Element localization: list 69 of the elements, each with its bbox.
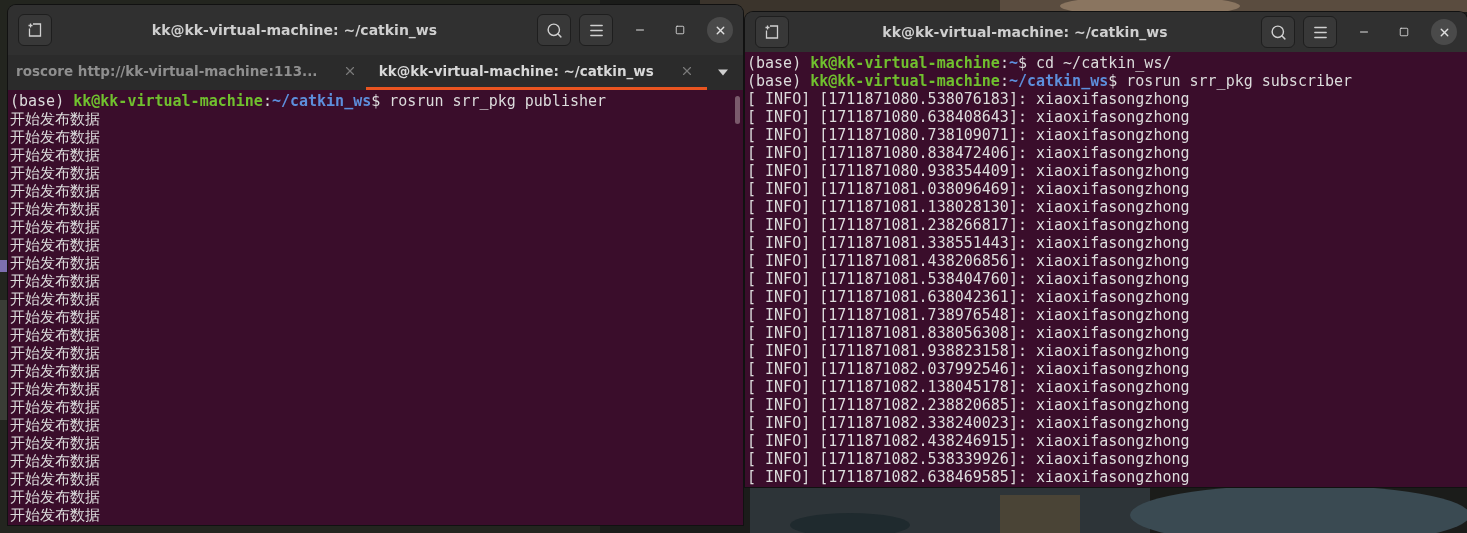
output-line: 开始发布数据	[10, 380, 100, 398]
tab-label: kk@kk-virtual-machine: ~/catkin_ws	[378, 63, 654, 79]
output-line: 开始发布数据	[10, 218, 100, 236]
maximize-icon	[1399, 27, 1409, 37]
output-line: [ INFO] [1711871082.138045178]: xiaoxifasongzhong	[747, 378, 1190, 396]
output-line: [ INFO] [1711871082.538339926]: xiaoxifasongzhong	[747, 450, 1190, 468]
output-line: [ INFO] [1711871081.238266817]: xiaoxifasongzhong	[747, 216, 1190, 234]
new-tab-button[interactable]	[18, 14, 52, 46]
tab-label: roscore http://kk-virtual-machine:113...	[16, 63, 318, 79]
output-line: 开始发布数据	[10, 326, 100, 344]
output-line: 开始发布数据	[10, 164, 100, 182]
output-line: [ INFO] [1711871081.638042361]: xiaoxifasongzhong	[747, 288, 1190, 306]
output-line: 开始发布数据	[10, 344, 100, 362]
new-tab-icon	[28, 23, 42, 37]
prompt-line: (base) kk@kk-virtual-machine:~$ cd ~/catkin_ws/	[747, 54, 1172, 72]
output-line: 开始发布数据	[10, 290, 100, 308]
search-button[interactable]	[1261, 16, 1295, 48]
output-line: [ INFO] [1711871082.338240023]: xiaoxifasongzhong	[747, 414, 1190, 432]
prompt-line: (base) kk@kk-virtual-machine:~/catkin_ws$ rosrun srr_pkg subscriber	[747, 72, 1353, 90]
output-line: 开始发布数据	[10, 128, 100, 146]
output-line: [ INFO] [1711871080.938354409]: xiaoxifasongzhong	[747, 162, 1190, 180]
menu-button[interactable]	[1303, 16, 1337, 48]
window-title: kk@kk-virtual-machine: ~/catkin_ws	[881, 24, 1169, 40]
window-title: kk@kk-virtual-machine: ~/catkin_ws	[150, 22, 439, 38]
output-line: 开始发布数据	[10, 416, 100, 434]
output-line: [ INFO] [1711871080.838472406]: xiaoxifasongzhong	[747, 144, 1190, 162]
output-line: [ INFO] [1711871081.738976548]: xiaoxifasongzhong	[747, 306, 1190, 324]
output-line: [ INFO] [1711871081.838056308]: xiaoxifasongzhong	[747, 324, 1190, 342]
output-line: 开始发布数据	[10, 254, 100, 272]
output-line: [ INFO] [1711871082.438246915]: xiaoxifasongzhong	[747, 432, 1190, 450]
output-line: [ INFO] [1711871080.638408643]: xiaoxifasongzhong	[747, 108, 1190, 126]
scrollbar-thumb[interactable]	[735, 96, 740, 124]
search-icon	[1269, 23, 1287, 41]
dropdown-icon[interactable]	[717, 69, 729, 76]
output-line: [ INFO] [1711871081.538404760]: xiaoxifasongzhong	[747, 270, 1190, 288]
output-line: [ INFO] [1711871081.338551443]: xiaoxifasongzhong	[747, 234, 1190, 252]
tab[interactable]: roscore http://kk-virtual-machine:113...	[16, 55, 358, 90]
menu-button[interactable]	[579, 14, 613, 46]
output-line: [ INFO] [1711871081.038096469]: xiaoxifasongzhong	[747, 180, 1190, 198]
output-line: 开始发布数据	[10, 272, 100, 290]
output-line: [ INFO] [1711871080.738109071]: xiaoxifasongzhong	[747, 126, 1190, 144]
output-line: 开始发布数据	[10, 146, 100, 164]
output-line: 开始发布数据	[10, 506, 100, 524]
maximize-icon	[675, 25, 685, 35]
output-line: [ INFO] [1711871081.138028130]: xiaoxifasongzhong	[747, 198, 1190, 216]
close-button[interactable]	[707, 17, 733, 43]
output-line: [ INFO] [1711871081.938823158]: xiaoxifasongzhong	[747, 342, 1190, 360]
output-line: [ INFO] [1711871080.538076183]: xiaoxifasongzhong	[747, 90, 1190, 108]
output-line: 开始发布数据	[10, 308, 100, 326]
output-line: 开始发布数据	[10, 182, 100, 200]
output-line: 开始发布数据	[10, 434, 100, 452]
output-line: 开始发布数据	[10, 488, 100, 506]
output-line: 开始发布数据	[10, 398, 100, 416]
new-tab-button[interactable]	[755, 16, 789, 48]
output-line: 开始发布数据	[10, 200, 100, 218]
close-button[interactable]	[1431, 19, 1457, 45]
output-line: [ INFO] [1711871081.438206856]: xiaoxifasongzhong	[747, 252, 1190, 270]
output-line: 开始发布数据	[10, 362, 100, 380]
output-line: 开始发布数据	[10, 110, 100, 128]
output-line: [ INFO] [1711871082.638469585]: xiaoxifasongzhong	[747, 468, 1190, 486]
output-line: [ INFO] [1711871082.037992546]: xiaoxifasongzhong	[747, 360, 1190, 378]
new-tab-icon	[765, 25, 779, 39]
output-line: 开始发布数据	[10, 452, 100, 470]
prompt-line: (base) kk@kk-virtual-machine:~/catkin_ws$ rosrun srr_pkg publisher	[10, 92, 607, 110]
search-icon	[545, 21, 563, 39]
output-line: 开始发布数据	[10, 236, 100, 254]
search-button[interactable]	[537, 14, 571, 46]
output-line: [ INFO] [1711871082.238820685]: xiaoxifasongzhong	[747, 396, 1190, 414]
output-line: 开始发布数据	[10, 470, 100, 488]
